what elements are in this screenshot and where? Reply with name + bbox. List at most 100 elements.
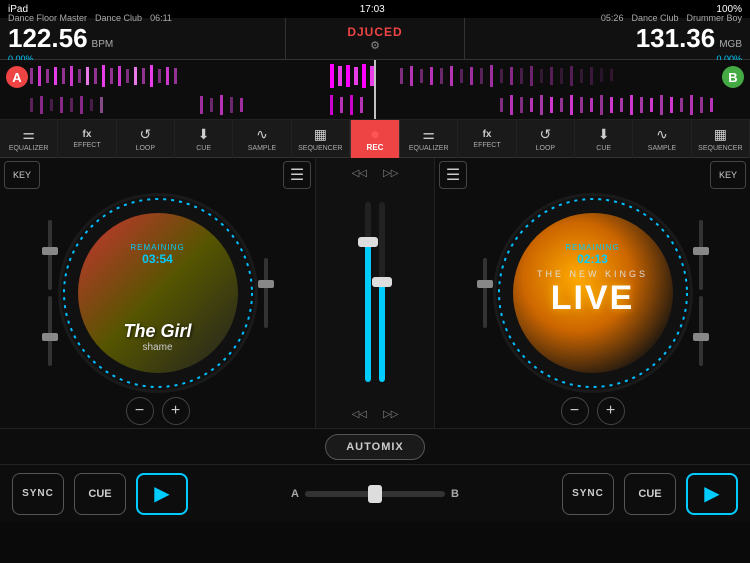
transport-left: SYNC CUE ▶ xyxy=(12,473,188,515)
deck-b-track-title: LIVE xyxy=(551,279,635,318)
deck-a-top-row: KEY ☰ xyxy=(4,161,311,189)
deck-a-key-button[interactable]: KEY xyxy=(4,161,40,189)
deck-b-turntable-outer: REMAINING 02:13 THE NEW KINGS LIVE xyxy=(493,193,693,393)
sequencer-right-label: SEQUENCER xyxy=(698,145,742,152)
loop-left-label: LOOP xyxy=(136,145,155,152)
equalizer-right-button[interactable]: ⚌ EQUALIZER xyxy=(400,120,458,158)
speaker-bl-icon: ◁◁ xyxy=(352,409,367,420)
deck-b-cue-button[interactable]: CUE xyxy=(624,473,676,515)
deck-b-key-button[interactable]: KEY xyxy=(710,161,746,189)
sequencer-left-label: SEQUENCER xyxy=(298,145,342,152)
transport-right: SYNC CUE ▶ xyxy=(562,473,738,515)
deck-b-list-button[interactable]: ☰ xyxy=(439,161,467,189)
deck-a-slider-3-thumb xyxy=(258,280,274,288)
deck-a-cue-button[interactable]: CUE xyxy=(74,473,126,515)
mixer-fader-a-thumb xyxy=(358,237,378,247)
deck-a-label: A xyxy=(6,66,28,88)
sample-right-label: SAMPLE xyxy=(648,145,676,152)
djuced-logo: DJUCED xyxy=(347,25,402,39)
deck-b-remaining: REMAINING 02:13 xyxy=(565,243,619,266)
transport-bar: SYNC CUE ▶ A B SYNC CUE ▶ xyxy=(0,464,750,522)
deck-a-track-subtitle: shame xyxy=(123,342,191,353)
deck-b-bpm: 131.36 xyxy=(636,23,716,54)
deck-a-turntable-outer: REMAINING 03:54 The Girl shame xyxy=(58,193,258,393)
mixer-top-speakers: ◁◁ ▷▷ xyxy=(352,162,399,179)
crossfader-a-label: A xyxy=(285,488,305,500)
rec-button[interactable]: ⏺ REC xyxy=(350,120,400,158)
automix-row: AUTOMIX xyxy=(0,428,750,464)
deck-a-turntable[interactable]: REMAINING 03:54 The Girl shame xyxy=(58,193,258,393)
deck-b-label: B xyxy=(722,66,744,88)
deck-a-plus-button[interactable]: + xyxy=(162,397,190,425)
effect-left-button[interactable]: fx EFFECT xyxy=(58,120,116,158)
sample-left-button[interactable]: ∿ SAMPLE xyxy=(233,120,291,158)
deck-a-genre: Dance Club xyxy=(95,13,142,23)
effect-right-icon: fx xyxy=(483,129,492,140)
deck-b-bottom-row: − + xyxy=(561,397,625,425)
sequencer-left-icon: ▦ xyxy=(314,126,327,143)
toolbar-right: ▦ SEQUENCER ∿ SAMPLE ⬇ CUE ↺ LOOP fx EFF… xyxy=(400,120,750,158)
deck-b-slider-2[interactable] xyxy=(699,220,703,290)
sequencer-right-button[interactable]: ▦ SEQUENCER xyxy=(692,120,750,158)
deck-a-track-info: The Girl shame xyxy=(123,322,191,353)
sample-left-label: SAMPLE xyxy=(248,145,276,152)
sequencer-left-button[interactable]: ▦ SEQUENCER xyxy=(292,120,350,158)
deck-a: KEY ☰ xyxy=(0,158,315,428)
deck-a-artist: Dance Floor Master xyxy=(8,13,87,23)
deck-b-slider-3[interactable] xyxy=(699,296,703,366)
deck-area: KEY ☰ xyxy=(0,158,750,428)
deck-a-slider-1[interactable] xyxy=(48,220,52,290)
cue-right-button[interactable]: ⬇ CUE xyxy=(575,120,633,158)
deck-b-plus-button[interactable]: + xyxy=(597,397,625,425)
deck-a-time: 06:11 xyxy=(150,13,172,23)
waveform-svg xyxy=(0,60,750,119)
toolbar-left: ⚌ EQUALIZER fx EFFECT ↺ LOOP ⬇ CUE ∿ SAM… xyxy=(0,120,350,158)
header: Dance Floor Master Dance Club 06:11 122.… xyxy=(0,18,750,60)
effect-right-button[interactable]: fx EFFECT xyxy=(458,120,516,158)
mixer-fader-a-fill xyxy=(365,242,371,382)
crossfader-h-track[interactable] xyxy=(305,491,445,497)
deck-a-play-button[interactable]: ▶ xyxy=(136,473,188,515)
deck-a-bpm-label: BPM xyxy=(92,39,114,50)
cue-left-icon: ⬇ xyxy=(198,126,210,143)
cue-left-label: CUE xyxy=(196,145,211,152)
mixer-fader-b-fill xyxy=(379,282,385,382)
cue-left-button[interactable]: ⬇ CUE xyxy=(175,120,233,158)
deck-a-sync-button[interactable]: SYNC xyxy=(12,473,64,515)
deck-a-minus-button[interactable]: − xyxy=(126,397,154,425)
deck-b-minus-button[interactable]: − xyxy=(561,397,589,425)
mixer-fader-a[interactable] xyxy=(365,202,371,382)
speaker-left-icon: ◁◁ xyxy=(352,168,367,179)
automix-button[interactable]: AUTOMIX xyxy=(325,434,425,460)
deck-b-track-info: THE NEW KINGS LIVE xyxy=(537,269,648,318)
waveform-area: A B xyxy=(0,60,750,120)
deck-a-sliders xyxy=(48,220,52,366)
mixer-fader-b[interactable] xyxy=(379,202,385,382)
loop-left-button[interactable]: ↺ LOOP xyxy=(117,120,175,158)
cue-right-icon: ⬇ xyxy=(598,126,610,143)
deck-b-sync-button[interactable]: SYNC xyxy=(562,473,614,515)
deck-b-slider-2-thumb xyxy=(693,247,709,255)
deck-b-turntable[interactable]: REMAINING 02:13 THE NEW KINGS LIVE xyxy=(493,193,693,393)
effect-right-label: EFFECT xyxy=(473,142,500,149)
deck-b-header: 05:26 Dance Club Drummer Boy 131.36 MGB … xyxy=(465,18,750,59)
transport-center: A B xyxy=(285,488,465,500)
rec-icon: ⏺ xyxy=(372,126,379,143)
deck-a-list-button[interactable]: ☰ xyxy=(283,161,311,189)
deck-a-slider-2[interactable] xyxy=(48,296,52,366)
equalizer-left-icon: ⚌ xyxy=(22,126,35,143)
sequencer-right-icon: ▦ xyxy=(714,126,727,143)
loop-right-button[interactable]: ↺ LOOP xyxy=(517,120,575,158)
equalizer-left-button[interactable]: ⚌ EQUALIZER xyxy=(0,120,58,158)
gear-icon[interactable]: ⚙ xyxy=(370,39,380,52)
deck-b-top-row: ☰ KEY xyxy=(439,161,746,189)
deck-b-left-sliders xyxy=(483,258,487,328)
header-center: DJUCED ⚙ xyxy=(285,18,465,59)
sample-right-icon: ∿ xyxy=(656,126,668,143)
equalizer-left-label: EQUALIZER xyxy=(9,145,49,152)
deck-b-slider-1[interactable] xyxy=(483,258,487,328)
deck-b-play-button[interactable]: ▶ xyxy=(686,473,738,515)
effect-left-label: EFFECT xyxy=(73,142,100,149)
sample-right-button[interactable]: ∿ SAMPLE xyxy=(633,120,691,158)
deck-a-slider-3[interactable] xyxy=(264,258,268,328)
